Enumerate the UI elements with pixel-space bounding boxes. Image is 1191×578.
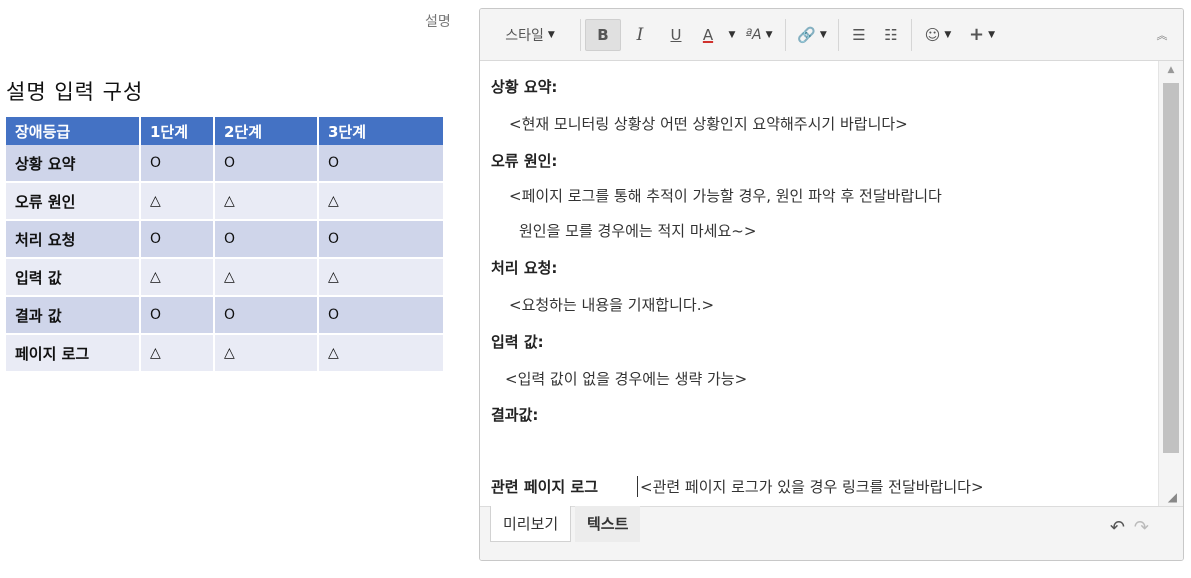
table-cell: O: [319, 145, 443, 183]
paragraph: <요청하는 내용을 기재합니다.>: [509, 296, 715, 314]
table-cell: O: [319, 221, 443, 259]
bullet-list-icon: ☰: [852, 25, 866, 44]
tab-text[interactable]: 텍스트: [575, 506, 641, 542]
table-cell: △: [141, 183, 215, 221]
section-heading: 입력 값:: [491, 333, 544, 351]
chevron-down-icon: ▼: [819, 29, 827, 40]
text-color-button[interactable]: A: [693, 19, 723, 51]
table-row: 입력 값 △ △ △: [6, 259, 443, 297]
table-row: 결과 값 O O O: [6, 297, 443, 335]
bullet-list-button[interactable]: ☰: [843, 19, 875, 51]
numbered-list-button[interactable]: ☷: [875, 19, 907, 51]
section-heading: 상황 요약:: [491, 78, 558, 96]
table-cell: △: [319, 259, 443, 297]
row-label: 페이지 로그: [6, 335, 141, 373]
table-header-row: 장애등급 1단계 2단계 3단계: [6, 117, 443, 145]
chevron-down-icon: ▼: [728, 29, 736, 40]
table-cell: △: [319, 335, 443, 373]
table-cell: △: [215, 259, 319, 297]
font-size-dropdown[interactable]: ªA ▼: [737, 19, 781, 51]
table-cell: △: [319, 183, 443, 221]
table-cell: O: [141, 145, 215, 183]
field-label: 설명: [425, 14, 451, 30]
column-header: 1단계: [141, 117, 215, 145]
row-label: 상황 요약: [6, 145, 141, 183]
scroll-up-icon[interactable]: ▲: [1159, 65, 1183, 75]
column-header: 장애등급: [6, 117, 141, 145]
chevron-up-icon: ︽: [1156, 28, 1168, 42]
paragraph: 원인을 모를 경우에는 적지 마세요~>: [519, 222, 757, 240]
toolbar-divider: [580, 18, 581, 51]
row-label: 결과 값: [6, 297, 141, 335]
scroll-thumb[interactable]: [1163, 83, 1179, 453]
chevron-down-icon: ▼: [765, 29, 773, 40]
tab-preview[interactable]: 미리보기: [490, 506, 572, 542]
emoticon-dropdown[interactable]: ☺ ▼: [916, 19, 960, 51]
table-cell: △: [215, 183, 319, 221]
section-heading: 오류 원인:: [491, 152, 558, 170]
column-header: 2단계: [215, 117, 319, 145]
resize-grip-icon[interactable]: ◢: [1168, 490, 1177, 504]
font-size-label: ªA: [745, 26, 762, 43]
chevron-down-icon: ▼: [547, 29, 555, 40]
paragraph: <현재 모니터링 상황상 어떤 상황인지 요약해주시기 바랍니다>: [509, 115, 908, 133]
chevron-down-icon: ▼: [944, 29, 952, 40]
section-heading: 관련 페이지 로그: [491, 478, 599, 496]
section-heading: 처리 요청:: [491, 259, 558, 277]
paragraph: <페이지 로그를 통해 추적이 가능할 경우, 원인 파악 후 전달바랍니다: [509, 187, 942, 205]
paragraph: <입력 값이 없을 경우에는 생략 가능>: [505, 370, 748, 388]
section-title: 설명 입력 구성: [6, 80, 144, 104]
table-cell: O: [215, 145, 319, 183]
editor-toolbar: 스타일 ▼ B I U A ▼ ªA ▼ 🔗 ▼ ☰ ☷ ☺ ▼ + ▼ ︽: [480, 9, 1183, 61]
table-cell: O: [141, 297, 215, 335]
table-cell: △: [141, 335, 215, 373]
emoticon-icon: ☺: [924, 25, 941, 44]
link-icon: 🔗: [797, 25, 816, 44]
insert-more-dropdown[interactable]: + ▼: [960, 19, 1004, 51]
rich-text-editor: 스타일 ▼ B I U A ▼ ªA ▼ 🔗 ▼ ☰ ☷ ☺ ▼ + ▼ ︽ 상…: [479, 8, 1184, 561]
row-label: 처리 요청: [6, 221, 141, 259]
table-cell: △: [215, 335, 319, 373]
row-label: 오류 원인: [6, 183, 141, 221]
section-heading: 결과값:: [491, 406, 539, 424]
paragraph: <관련 페이지 로그가 있을 경우 링크를 전달바랍니다>: [637, 476, 984, 497]
row-label: 입력 값: [6, 259, 141, 297]
table-cell: O: [319, 297, 443, 335]
plus-icon: +: [968, 24, 985, 45]
table-row: 상황 요약 O O O: [6, 145, 443, 183]
editor-content[interactable]: 상황 요약: <현재 모니터링 상황상 어떤 상황인지 요약해주시기 바랍니다>…: [480, 61, 1159, 506]
style-dropdown-label: 스타일: [505, 27, 544, 44]
table-cell: O: [215, 297, 319, 335]
style-dropdown[interactable]: 스타일 ▼: [484, 19, 576, 51]
toolbar-divider: [911, 18, 912, 51]
table-row: 처리 요청 O O O: [6, 221, 443, 259]
table-cell: O: [215, 221, 319, 259]
toolbar-divider: [785, 18, 786, 51]
link-dropdown[interactable]: 🔗 ▼: [790, 19, 834, 51]
text-color-dropdown[interactable]: ▼: [723, 19, 737, 51]
collapse-toolbar-button[interactable]: ︽: [1147, 19, 1177, 51]
table-cell: △: [141, 259, 215, 297]
table-row: 오류 원인 △ △ △: [6, 183, 443, 221]
vertical-scrollbar[interactable]: ▲ ◢: [1158, 61, 1183, 506]
column-header: 3단계: [319, 117, 443, 145]
table-cell: O: [141, 221, 215, 259]
underline-button[interactable]: U: [659, 19, 693, 51]
undo-icon[interactable]: ↶: [1110, 517, 1125, 538]
toolbar-divider: [838, 18, 839, 51]
numbered-list-icon: ☷: [884, 25, 898, 44]
chevron-down-icon: ▼: [988, 29, 995, 40]
italic-button[interactable]: I: [621, 19, 659, 51]
bold-button[interactable]: B: [585, 18, 621, 51]
redo-icon[interactable]: ↷: [1134, 517, 1149, 538]
table-row: 페이지 로그 △ △ △: [6, 335, 443, 373]
editor-mode-bar: 미리보기 텍스트 ↶ ↷: [480, 506, 1183, 560]
grade-table: 장애등급 1단계 2단계 3단계 상황 요약 O O O 오류 원인 △ △ △…: [6, 117, 443, 373]
